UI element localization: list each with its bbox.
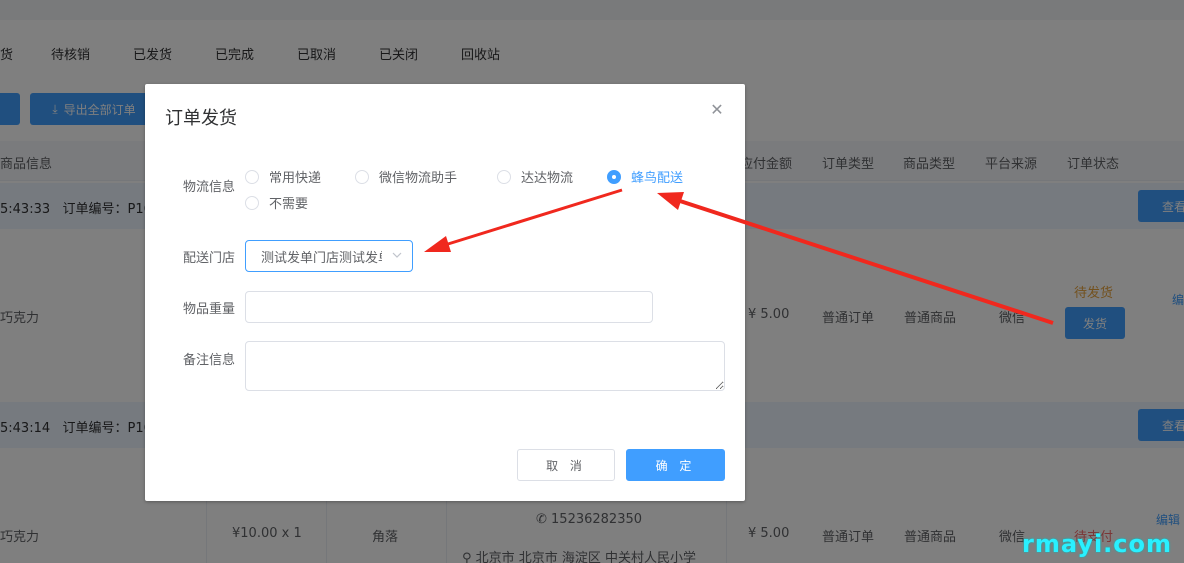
ship-order-dialog: 订单发货 ✕ 物流信息 常用快递 微信物流助手 达达物流 蜂鸟配送 不需要 配送… <box>145 84 745 501</box>
logistics-label: 物流信息 <box>182 180 235 195</box>
store-select[interactable]: 测试发单门店测试发单 <box>245 240 413 272</box>
radio-express[interactable]: 常用快递 <box>245 167 321 186</box>
store-label: 配送门店 <box>182 251 235 266</box>
remark-label: 备注信息 <box>182 353 235 368</box>
radio-wechat-logistics[interactable]: 微信物流助手 <box>355 167 457 186</box>
watermark: rmayi.com <box>1022 530 1173 558</box>
dialog-title: 订单发货 <box>165 108 237 129</box>
radio-dot <box>497 169 511 184</box>
radio-dot <box>245 195 259 210</box>
remark-textarea[interactable] <box>245 341 725 391</box>
weight-input[interactable] <box>245 291 653 323</box>
radio-dot <box>607 169 621 184</box>
radio-dot <box>245 169 259 184</box>
close-icon[interactable]: ✕ <box>709 102 725 118</box>
radio-none[interactable]: 不需要 <box>245 193 308 212</box>
radio-dot <box>355 169 369 184</box>
store-select-value: 测试发单门店测试发单 <box>261 250 382 266</box>
radio-dada[interactable]: 达达物流 <box>497 167 573 186</box>
cancel-button[interactable]: 取 消 <box>517 449 615 481</box>
chevron-down-icon <box>392 252 402 258</box>
radio-fengniao[interactable]: 蜂鸟配送 <box>607 167 683 186</box>
weight-label: 物品重量 <box>182 302 235 317</box>
confirm-button[interactable]: 确 定 <box>626 449 725 481</box>
